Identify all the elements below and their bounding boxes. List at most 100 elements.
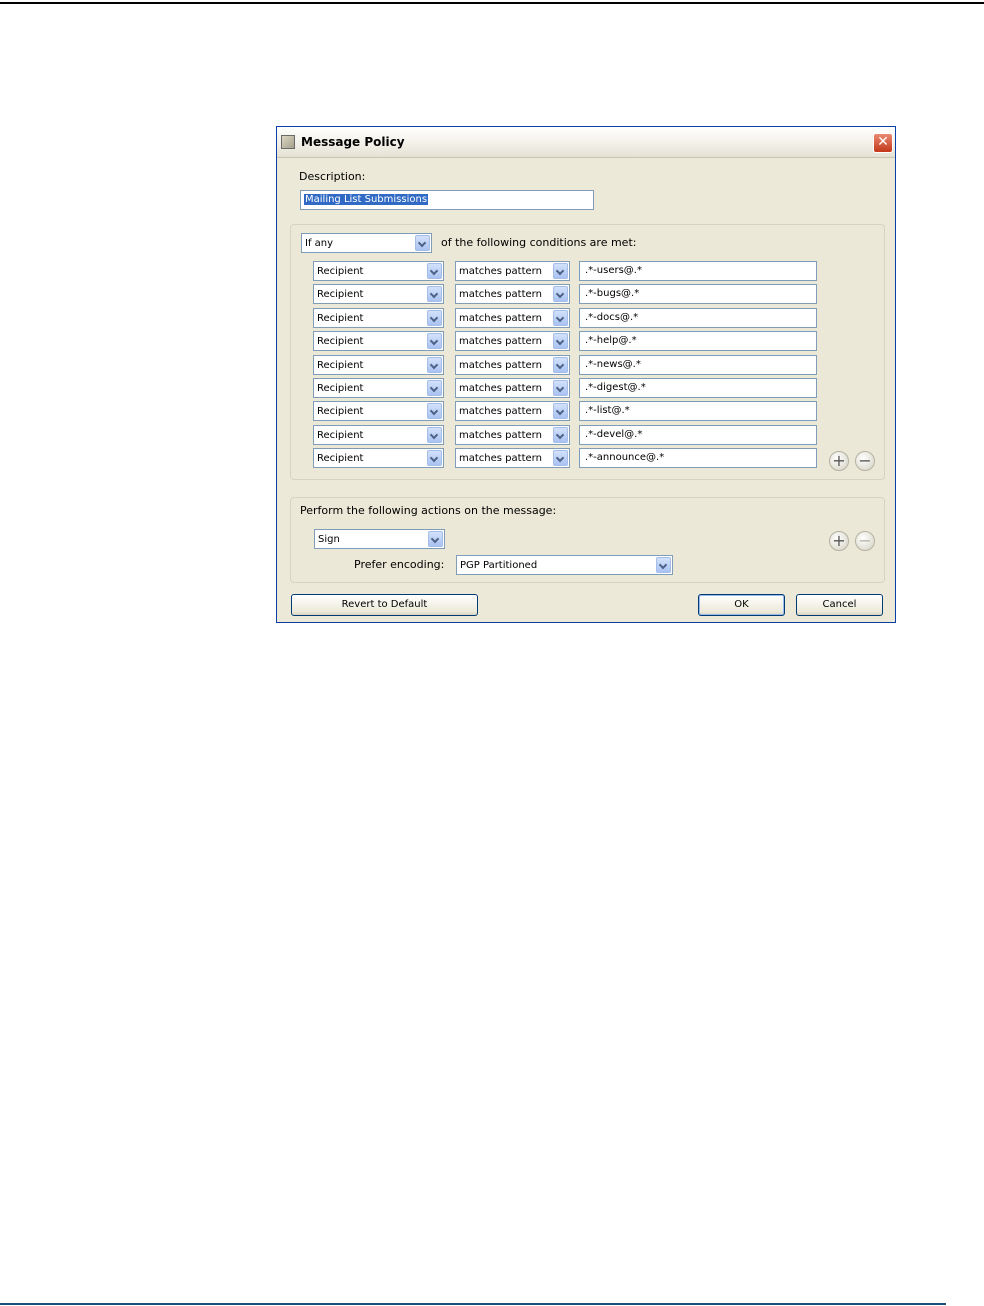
condition-operator-value: matches pattern [459,359,542,371]
condition-field-select[interactable]: Recipient [313,401,444,422]
cancel-button[interactable]: Cancel [796,594,883,616]
page-top-rule [0,2,984,4]
condition-field-value: Recipient [317,453,364,465]
dropdown-arrow-icon [415,235,430,251]
dropdown-arrow-icon [553,403,568,420]
actions-panel: Perform the following actions on the mes… [290,497,885,583]
dropdown-arrow-icon [553,450,568,467]
condition-value-text: .*-list@.* [585,405,630,417]
conditions-panel: If any of the following conditions are m… [290,224,885,480]
add-condition-button[interactable]: + [829,451,849,471]
condition-field-select[interactable]: Recipient [313,354,444,375]
dropdown-arrow-icon [427,426,442,443]
condition-field-value: Recipient [317,289,364,301]
prefer-encoding-label: Prefer encoding: [354,558,445,571]
condition-value-field[interactable]: .*-announce@.* [579,448,817,469]
dropdown-arrow-icon [553,263,568,279]
condition-operator-select[interactable]: matches pattern [455,448,570,469]
condition-value-text: .*-bugs@.* [585,288,640,300]
action-value: Sign [318,534,340,545]
description-label: Description: [299,170,366,183]
condition-field-value: Recipient [317,429,364,441]
condition-field-select[interactable]: Recipient [313,331,444,352]
condition-operator-value: matches pattern [459,453,542,465]
condition-field-select[interactable]: Recipient [313,424,444,445]
condition-mode-value: If any [305,238,334,249]
condition-field-select[interactable]: Recipient [313,307,444,328]
remove-action-button[interactable]: − [855,531,875,551]
condition-field-value: Recipient [317,266,364,277]
condition-operator-select[interactable]: matches pattern [455,401,570,422]
dropdown-arrow-icon [427,309,442,326]
prefer-encoding-value: PGP Partitioned [460,560,538,571]
condition-operator-value: matches pattern [459,312,542,324]
condition-operator-select[interactable]: matches pattern [455,424,570,445]
condition-suffix-label: of the following conditions are met: [441,236,637,249]
condition-operator-select[interactable]: matches pattern [455,284,570,305]
condition-operator-value: matches pattern [459,383,542,394]
dropdown-arrow-icon [427,286,442,303]
condition-value-text: .*-users@.* [585,265,642,276]
condition-value-field[interactable]: .*-bugs@.* [579,284,817,305]
condition-field-select[interactable]: Recipient [313,378,444,398]
condition-field-value: Recipient [317,406,364,418]
title-bar[interactable]: Message Policy ✕ [277,127,895,158]
actions-heading: Perform the following actions on the mes… [300,504,557,517]
condition-value-field[interactable]: .*-users@.* [579,261,817,281]
condition-operator-value: matches pattern [459,429,542,441]
condition-field-select[interactable]: Recipient [313,284,444,305]
condition-operator-select[interactable]: matches pattern [455,354,570,375]
description-value: Mailing List Submissions [304,194,429,205]
condition-value-text: .*-digest@.* [585,382,646,393]
condition-mode-select[interactable]: If any [301,233,432,253]
dropdown-arrow-icon [553,380,568,396]
condition-value-field[interactable]: .*-help@.* [579,331,817,352]
action-select[interactable]: Sign [314,529,445,549]
dropdown-arrow-icon [427,333,442,350]
dropdown-arrow-icon [427,380,442,396]
condition-operator-select[interactable]: matches pattern [455,331,570,352]
condition-operator-value: matches pattern [459,406,542,418]
condition-operator-value: matches pattern [459,289,542,301]
condition-field-value: Recipient [317,312,364,324]
condition-value-field[interactable]: .*-digest@.* [579,378,817,398]
dropdown-arrow-icon [428,531,443,547]
condition-field-value: Recipient [317,359,364,371]
condition-operator-select[interactable]: matches pattern [455,307,570,328]
message-policy-dialog: Message Policy ✕ Description: Mailing Li… [276,126,896,623]
page-bottom-rule [0,1303,946,1305]
description-field[interactable]: Mailing List Submissions [300,190,594,210]
dropdown-arrow-icon [427,356,442,373]
condition-value-field[interactable]: .*-news@.* [579,354,817,375]
remove-condition-button[interactable]: − [855,451,875,471]
revert-to-default-button[interactable]: Revert to Default [291,594,478,616]
condition-value-text: .*-docs@.* [585,311,639,323]
condition-value-text: .*-help@.* [585,335,637,347]
dropdown-arrow-icon [427,403,442,420]
condition-value-text: .*-news@.* [585,358,641,370]
dialog-title: Message Policy [301,135,405,149]
condition-operator-value: matches pattern [459,336,542,348]
dropdown-arrow-icon [553,286,568,303]
dropdown-arrow-icon [553,356,568,373]
condition-value-field[interactable]: .*-devel@.* [579,424,817,445]
condition-operator-select[interactable]: matches pattern [455,378,570,398]
prefer-encoding-select[interactable]: PGP Partitioned [456,555,673,575]
dropdown-arrow-icon [553,309,568,326]
condition-value-field[interactable]: .*-docs@.* [579,307,817,328]
ok-button[interactable]: OK [698,594,785,616]
dropdown-arrow-icon [427,450,442,467]
dropdown-arrow-icon [553,333,568,350]
condition-field-select[interactable]: Recipient [313,261,444,281]
dropdown-arrow-icon [427,263,442,279]
condition-field-value: Recipient [317,336,364,348]
condition-value-text: .*-devel@.* [585,428,643,440]
add-action-button[interactable]: + [829,531,849,551]
condition-operator-value: matches pattern [459,266,542,277]
condition-operator-select[interactable]: matches pattern [455,261,570,281]
dropdown-arrow-icon [553,426,568,443]
condition-value-field[interactable]: .*-list@.* [579,401,817,422]
close-icon[interactable]: ✕ [873,133,893,153]
policy-icon [281,135,295,149]
condition-field-select[interactable]: Recipient [313,448,444,469]
